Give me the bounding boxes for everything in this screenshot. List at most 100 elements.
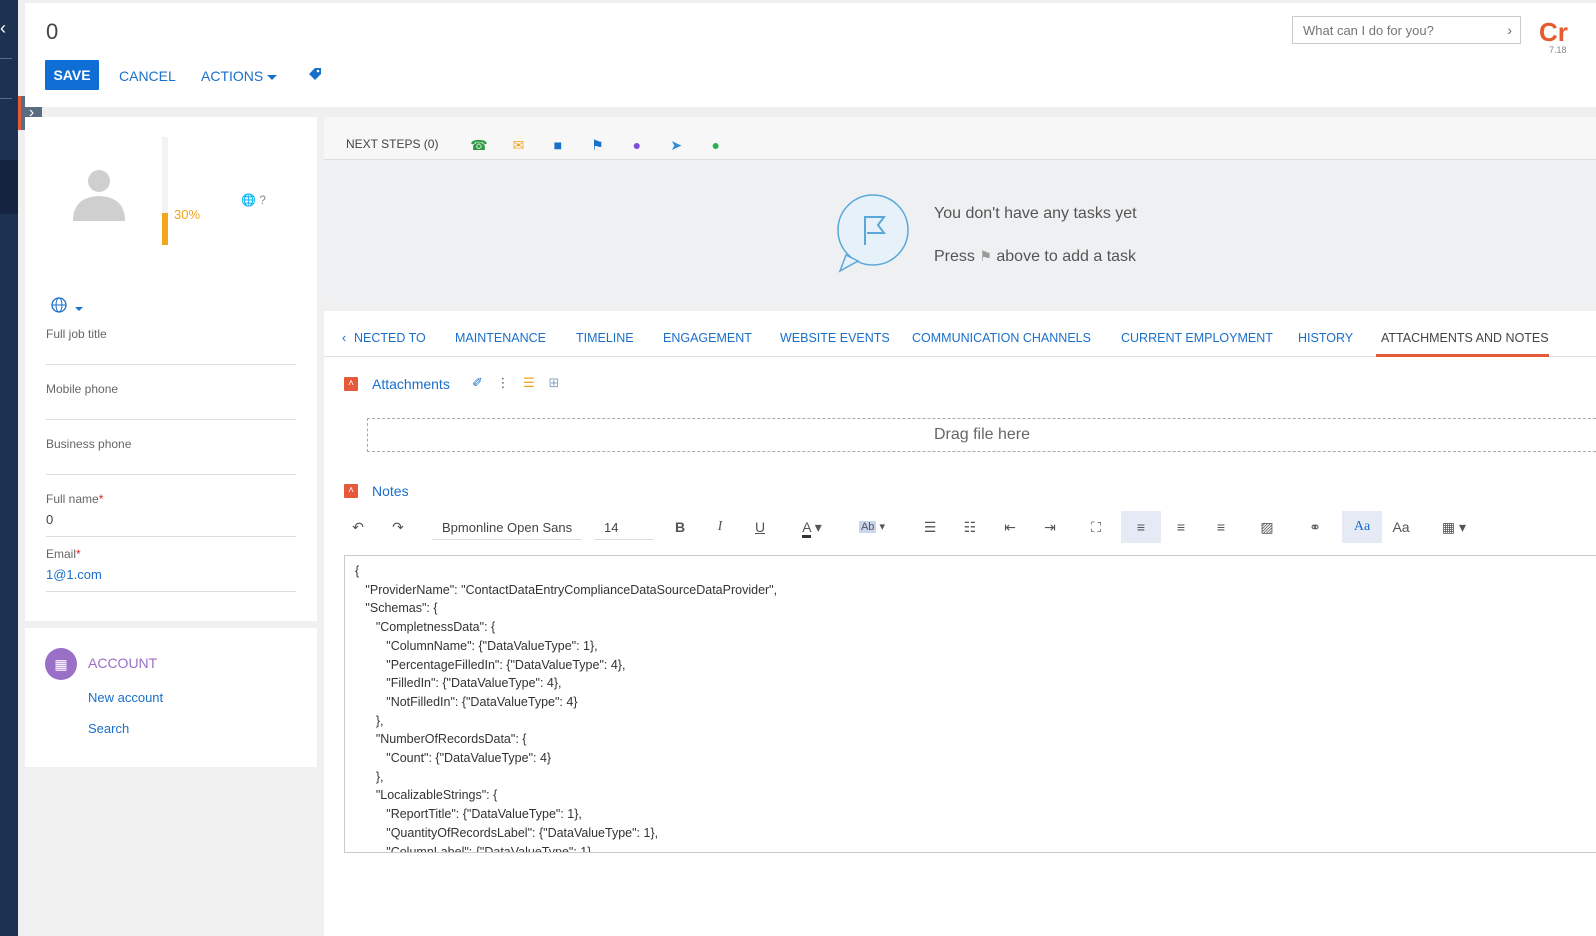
telegram-icon[interactable]: ➤ [667, 136, 685, 154]
active-tab-indicator [1376, 354, 1549, 357]
timezone-hint: ? [259, 193, 266, 207]
insert-image-icon[interactable]: ▨ [1253, 511, 1281, 543]
messenger-icon[interactable]: ● [628, 136, 646, 154]
tab-bar: ‹ NECTED TO MAINTENANCE TIMELINE ENGAGEM… [324, 311, 1596, 357]
insert-link-icon[interactable]: ⚭ [1301, 511, 1329, 543]
caret-down-icon [75, 306, 84, 311]
hint-press: Press [934, 248, 975, 265]
empty-tasks-hint: Press ⚑ above to add a task [934, 248, 1136, 266]
chat-icon[interactable]: ■ [549, 136, 567, 154]
file-drop-zone[interactable]: Drag file here [367, 418, 1596, 452]
empty-tasks-illustration-icon [837, 194, 909, 273]
globe-icon: 🌐 [241, 193, 256, 207]
field-value[interactable]: 0 [46, 512, 296, 527]
font-size-select[interactable]: 14 [594, 515, 654, 540]
undo-icon[interactable]: ↶ [344, 511, 372, 543]
tab-communication-channels[interactable]: COMMUNICATION CHANNELS [912, 331, 1091, 345]
align-center-icon[interactable]: ≡ [1167, 511, 1195, 543]
indent-icon[interactable]: ⇥ [1036, 511, 1064, 543]
tab-timeline[interactable]: TIMELINE [576, 331, 634, 345]
underline-icon[interactable]: U [746, 511, 774, 543]
rich-text-toolbar: ↶ ↷ Bpmonline Open Sans 14 B I U A ▾ Ab … [344, 511, 1596, 547]
align-left-icon[interactable]: ≡ [1121, 511, 1161, 543]
attachments-tools: ✐ ⋮ ☰ ⊞ [472, 375, 569, 391]
field-label: Email [46, 547, 77, 561]
building-icon: ▦ [45, 648, 77, 680]
globe-icon [51, 297, 67, 313]
cancel-button[interactable]: CANCEL [119, 68, 176, 84]
new-account-link[interactable]: New account [88, 690, 163, 705]
caret-down-icon [267, 74, 278, 80]
field-full-name[interactable]: Full name* 0 [46, 492, 296, 537]
collapse-notes-button[interactable]: ˄ [344, 484, 358, 498]
version-label: 7.18 [1549, 45, 1567, 55]
left-nav-bar: ‹ [0, 0, 18, 936]
tab-maintenance[interactable]: MAINTENANCE [455, 331, 546, 345]
empty-tasks-message: You don't have any tasks yet [934, 205, 1137, 222]
tab-scroll-left-icon[interactable]: ‹ [342, 331, 346, 345]
field-job-title[interactable]: Full job title [46, 327, 296, 365]
bold-icon[interactable]: B [666, 511, 694, 543]
collapse-chevron-icon[interactable]: ‹ [0, 18, 6, 39]
brand-logo: Cr [1539, 17, 1568, 47]
flag-icon: ⚑ [979, 248, 992, 264]
record-title: 0 [46, 19, 59, 44]
tab-connected-to[interactable]: NECTED TO [354, 331, 426, 345]
notes-editor[interactable]: { "ProviderName": "ContactDataEntryCompl… [344, 555, 1596, 853]
redo-icon[interactable]: ↷ [384, 511, 412, 543]
insert-table-icon[interactable]: ▦ ▾ [1434, 511, 1474, 543]
notes-title[interactable]: Notes [372, 483, 409, 499]
paperclip-icon[interactable]: ✐ [472, 375, 483, 390]
flag-icon[interactable]: ⚑ [588, 136, 606, 154]
more-vertical-icon[interactable]: ⋮ [497, 375, 510, 390]
sans-font-icon[interactable]: Aa [1387, 511, 1415, 543]
field-label: Mobile phone [46, 382, 119, 396]
notes-content[interactable]: { "ProviderName": "ContactDataEntryCompl… [355, 562, 1586, 852]
search-account-link[interactable]: Search [88, 721, 129, 736]
field-label: Full name [46, 492, 99, 506]
command-search[interactable]: › [1292, 16, 1521, 44]
tab-engagement[interactable]: ENGAGEMENT [663, 331, 752, 345]
language-selector[interactable] [51, 297, 84, 318]
next-steps-panel: NEXT STEPS (0) ☎ ✉ ■ ⚑ ● ➤ ● You don't h… [324, 117, 1596, 303]
font-color-icon[interactable]: A ▾ [792, 511, 832, 543]
required-marker: * [76, 547, 81, 561]
nav-divider [0, 98, 12, 99]
field-email[interactable]: Email* 1@1.com [46, 547, 296, 592]
collapse-attachments-button[interactable]: ˄ [344, 377, 358, 391]
chevron-right-icon[interactable]: › [1507, 22, 1512, 38]
email-link[interactable]: 1@1.com [46, 567, 296, 582]
font-family-select[interactable]: Bpmonline Open Sans [432, 515, 582, 540]
italic-icon[interactable]: I [706, 511, 734, 543]
field-business-phone[interactable]: Business phone [46, 437, 296, 475]
whatsapp-icon[interactable]: ● [707, 136, 725, 154]
email-icon[interactable]: ✉ [509, 136, 527, 154]
tab-website-events[interactable]: WEBSITE EVENTS [780, 331, 890, 345]
actions-button[interactable]: ACTIONS [201, 68, 278, 84]
next-steps-header: NEXT STEPS (0) ☎ ✉ ■ ⚑ ● ➤ ● [324, 117, 1596, 160]
avatar-placeholder-icon[interactable] [69, 163, 129, 223]
list-view-icon[interactable]: ☰ [523, 375, 535, 390]
numbered-list-icon[interactable]: ☰ [916, 511, 944, 543]
tab-current-employment[interactable]: CURRENT EMPLOYMENT [1121, 331, 1273, 345]
timezone-indicator[interactable]: 🌐 ? [241, 193, 266, 207]
fullscreen-icon[interactable]: ⛶ [1082, 511, 1110, 543]
bullet-list-icon[interactable]: ☷ [956, 511, 984, 543]
highlight-color-icon[interactable]: Ab ▾ [852, 511, 892, 543]
outdent-icon[interactable]: ⇤ [996, 511, 1024, 543]
tag-icon[interactable] [308, 67, 322, 84]
main-content: NEXT STEPS (0) ☎ ✉ ■ ⚑ ● ➤ ● You don't h… [324, 117, 1596, 936]
align-right-icon[interactable]: ≡ [1207, 511, 1235, 543]
tab-attachments-and-notes[interactable]: ATTACHMENTS AND NOTES [1381, 331, 1549, 345]
completeness-bar [162, 137, 168, 245]
page-header: 0 SAVE CANCEL ACTIONS › Cr 7.18 [25, 3, 1596, 107]
call-icon[interactable]: ☎ [470, 136, 488, 154]
save-button[interactable]: SAVE [45, 60, 99, 90]
nav-active-item[interactable] [0, 160, 18, 214]
grid-view-icon[interactable]: ⊞ [548, 375, 559, 390]
serif-font-icon[interactable]: Aa [1342, 511, 1382, 543]
search-input[interactable] [1293, 17, 1483, 43]
field-mobile-phone[interactable]: Mobile phone [46, 382, 296, 420]
attachments-title[interactable]: Attachments [372, 376, 450, 392]
tab-history[interactable]: HISTORY [1298, 331, 1353, 345]
